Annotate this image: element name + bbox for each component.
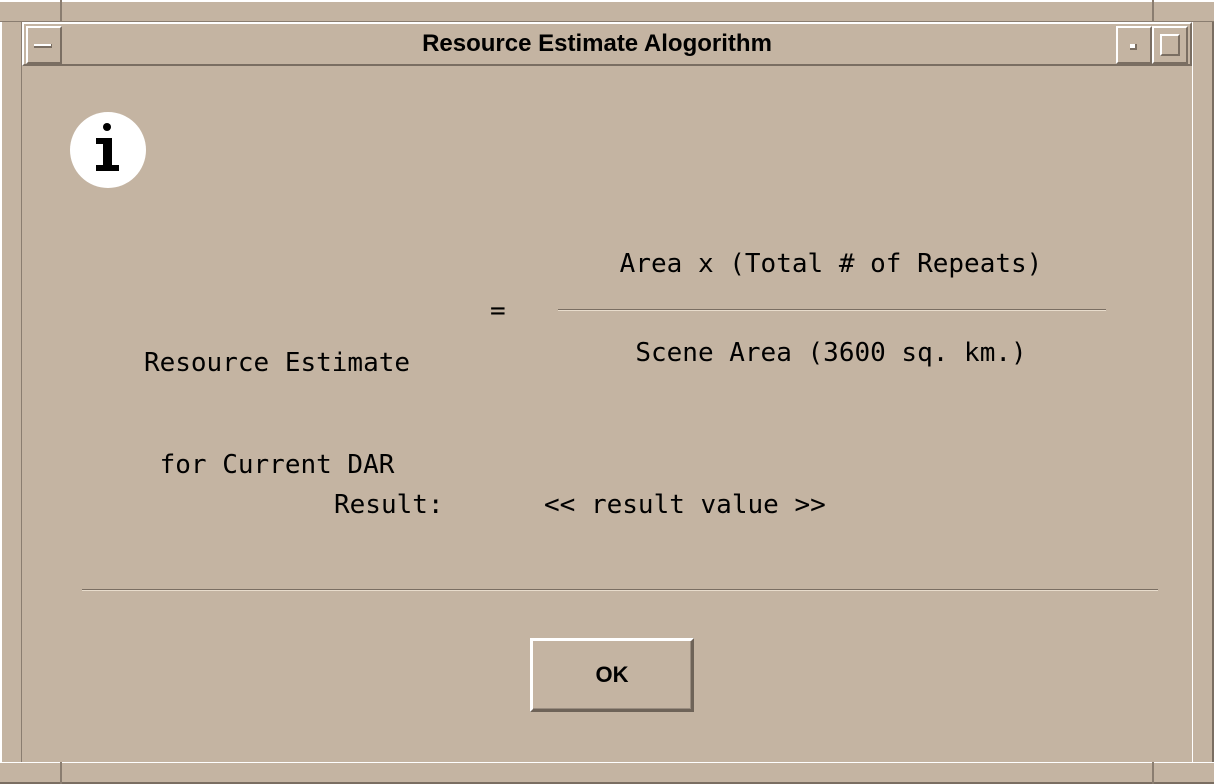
minimize-icon — [1130, 44, 1137, 50]
info-icon — [70, 112, 146, 188]
minimize-button[interactable] — [1116, 26, 1152, 64]
window-frame-left[interactable] — [0, 22, 22, 762]
formula-lhs-line2: for Current DAR — [159, 450, 395, 480]
formula-numerator: Area x (Total # of Repeats) — [619, 249, 1043, 279]
equals-sign: = — [490, 296, 506, 326]
dialog-window: Resource Estimate Alogorithm Resource Es… — [0, 0, 1214, 784]
formula-lhs-line1: Resource Estimate — [143, 348, 411, 378]
result-label: Result: — [334, 490, 444, 520]
window-frame-bottom[interactable] — [0, 762, 1214, 784]
window-frame-right[interactable] — [1192, 22, 1214, 762]
title-bar[interactable]: Resource Estimate Alogorithm — [22, 22, 1192, 66]
dialog-body: Resource Estimate for Current DAR = Area… — [22, 66, 1192, 762]
maximize-icon — [1160, 34, 1180, 56]
separator — [82, 589, 1158, 591]
frame-corner-notch — [1152, 0, 1154, 22]
window-menu-button[interactable] — [26, 26, 62, 64]
result-value: << result value >> — [544, 490, 826, 520]
window-frame-top[interactable] — [0, 0, 1214, 22]
window-menu-icon — [34, 44, 52, 48]
ok-button[interactable]: OK — [530, 638, 694, 712]
formula-denominator: Scene Area (3600 sq. km.) — [635, 338, 1027, 368]
fraction-bar — [558, 309, 1106, 311]
window-title: Resource Estimate Alogorithm — [422, 30, 772, 57]
maximize-button[interactable] — [1152, 26, 1188, 64]
frame-corner-notch — [60, 0, 62, 22]
frame-corner-notch — [1152, 762, 1154, 784]
frame-corner-notch — [60, 762, 62, 784]
